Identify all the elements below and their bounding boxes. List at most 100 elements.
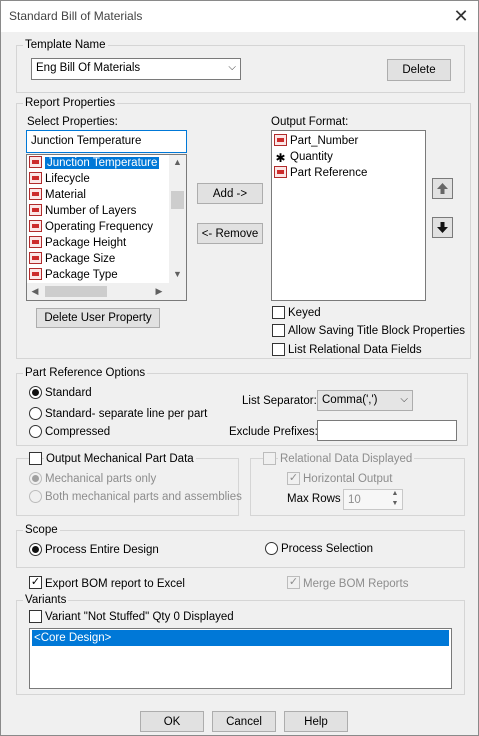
part-icon xyxy=(29,156,42,168)
property-item[interactable]: Material xyxy=(29,187,86,203)
allow-title-block-label: Allow Saving Title Block Properties xyxy=(288,325,466,337)
keyed-checkbox[interactable] xyxy=(272,306,285,319)
properties-vscrollbar[interactable]: ▲ ▼ xyxy=(169,155,186,283)
process-entire-label: Process Entire Design xyxy=(45,544,159,556)
process-selection-radio[interactable] xyxy=(265,542,278,555)
part-icon xyxy=(29,252,42,264)
part-icon xyxy=(29,236,42,248)
report-properties-label: Report Properties xyxy=(23,97,118,110)
property-item[interactable]: Package Size xyxy=(29,251,115,267)
output-mechanical-checkbox[interactable] xyxy=(29,452,42,465)
horizontal-output-label: Horizontal Output xyxy=(303,473,393,485)
horizontal-output-checkbox[interactable]: ✓ xyxy=(287,472,300,485)
mechanical-group xyxy=(16,458,239,516)
scroll-up-icon[interactable]: ▲ xyxy=(169,157,186,167)
part-icon xyxy=(29,268,42,280)
cancel-button[interactable]: Cancel xyxy=(212,711,276,732)
not-stuffed-checkbox[interactable] xyxy=(29,610,42,623)
remove-button[interactable]: <- Remove xyxy=(197,223,263,244)
list-separator-label: List Separator: xyxy=(242,395,317,407)
select-properties-label: Select Properties: xyxy=(27,116,118,128)
variants-label: Variants xyxy=(23,594,69,607)
list-relational-label: List Relational Data Fields xyxy=(288,344,422,356)
allow-title-block-checkbox[interactable] xyxy=(272,324,285,337)
spin-down-icon[interactable]: ▼ xyxy=(390,500,400,507)
scroll-left-icon[interactable]: ◀ xyxy=(29,286,41,297)
mechanical-both-label: Both mechanical parts and assemblies xyxy=(45,491,242,503)
properties-listbox[interactable]: Junction Temperature Lifecycle Material … xyxy=(26,154,187,301)
property-item[interactable]: Number of Layers xyxy=(29,203,136,219)
output-mechanical-label: Output Mechanical Part Data xyxy=(44,452,196,466)
delete-user-property-button[interactable]: Delete User Property xyxy=(36,308,160,328)
keyed-label: Keyed xyxy=(288,307,321,319)
property-item[interactable]: Lifecycle xyxy=(29,171,90,187)
move-up-icon[interactable] xyxy=(432,178,453,199)
part-icon xyxy=(274,166,287,178)
properties-hscrollbar[interactable]: ◀ ▶ xyxy=(27,283,186,300)
variants-listbox[interactable]: <Core Design> xyxy=(29,628,452,689)
variant-item[interactable]: <Core Design> xyxy=(32,630,449,646)
standard-separate-radio[interactable] xyxy=(29,407,42,420)
dialog-title: Standard Bill of Materials xyxy=(9,9,143,23)
mechanical-only-label: Mechanical parts only xyxy=(45,473,157,485)
property-search-input[interactable]: Junction Temperature xyxy=(26,130,187,153)
process-selection-label: Process Selection xyxy=(281,543,374,555)
part-icon xyxy=(29,188,42,200)
mechanical-both-radio[interactable] xyxy=(29,490,42,503)
part-icon xyxy=(29,220,42,232)
export-excel-label: Export BOM report to Excel xyxy=(45,578,185,590)
not-stuffed-label: Variant "Not Stuffed" Qty 0 Displayed xyxy=(45,611,234,623)
standard-separate-label: Standard- separate line per part xyxy=(45,408,208,420)
move-down-icon[interactable] xyxy=(432,217,453,238)
max-rows-value: 10 xyxy=(348,494,361,506)
template-select[interactable]: Eng Bill Of Materials ⌵ xyxy=(31,58,241,80)
scroll-right-icon[interactable]: ▶ xyxy=(153,286,165,297)
property-item[interactable]: Package Type xyxy=(29,267,118,283)
process-entire-radio[interactable] xyxy=(29,543,42,556)
chevron-down-icon: ⌵ xyxy=(400,394,408,405)
add-button[interactable]: Add -> xyxy=(197,183,263,204)
template-group-label: Template Name xyxy=(23,39,108,52)
part-icon xyxy=(29,204,42,216)
property-item[interactable]: Junction Temperature xyxy=(29,155,160,171)
relational-label: Relational Data Displayed xyxy=(278,452,415,466)
template-select-value: Eng Bill Of Materials xyxy=(36,62,141,74)
spin-up-icon[interactable]: ▲ xyxy=(390,490,400,497)
max-rows-label: Max Rows xyxy=(287,493,341,505)
compressed-radio[interactable] xyxy=(29,425,42,438)
list-relational-checkbox[interactable] xyxy=(272,343,285,356)
quantity-icon: ✱ xyxy=(275,151,286,165)
compressed-label: Compressed xyxy=(45,426,111,438)
export-excel-checkbox[interactable]: ✓ xyxy=(29,576,42,589)
hscroll-thumb[interactable] xyxy=(45,286,107,297)
delete-template-button[interactable]: Delete xyxy=(387,59,451,81)
scope-label: Scope xyxy=(23,524,60,537)
merge-bom-label: Merge BOM Reports xyxy=(303,578,409,590)
list-separator-select[interactable]: Comma(',') ⌵ xyxy=(317,390,413,411)
relational-checkbox[interactable] xyxy=(263,452,276,465)
ok-button[interactable]: OK xyxy=(140,711,204,732)
help-button[interactable]: Help xyxy=(284,711,348,732)
property-item[interactable]: Package Height xyxy=(29,235,126,251)
scroll-down-icon[interactable]: ▼ xyxy=(169,269,186,279)
bom-dialog: Standard Bill of Materials ✕ Template Na… xyxy=(0,0,479,736)
list-separator-value: Comma(',') xyxy=(322,394,378,406)
close-icon[interactable]: ✕ xyxy=(450,5,472,27)
output-format-label: Output Format: xyxy=(271,116,349,128)
output-item[interactable]: Part_Number xyxy=(274,133,358,149)
merge-bom-checkbox[interactable]: ✓ xyxy=(287,576,300,589)
scroll-thumb[interactable] xyxy=(171,191,184,209)
mechanical-only-radio[interactable] xyxy=(29,472,42,485)
output-item[interactable]: ✱ Quantity xyxy=(274,149,332,165)
output-item[interactable]: Part Reference xyxy=(274,165,367,181)
standard-label: Standard xyxy=(45,387,92,399)
standard-radio[interactable] xyxy=(29,386,42,399)
part-icon xyxy=(29,172,42,184)
output-format-listbox[interactable]: Part_Number ✱ Quantity Part Reference xyxy=(271,130,426,301)
exclude-prefixes-input[interactable] xyxy=(317,420,457,441)
exclude-prefixes-label: Exclude Prefixes: xyxy=(229,426,318,438)
title-bar: Standard Bill of Materials ✕ xyxy=(1,1,478,32)
chevron-down-icon: ⌵ xyxy=(228,62,236,73)
part-icon xyxy=(274,134,287,146)
property-item[interactable]: Operating Frequency xyxy=(29,219,153,235)
